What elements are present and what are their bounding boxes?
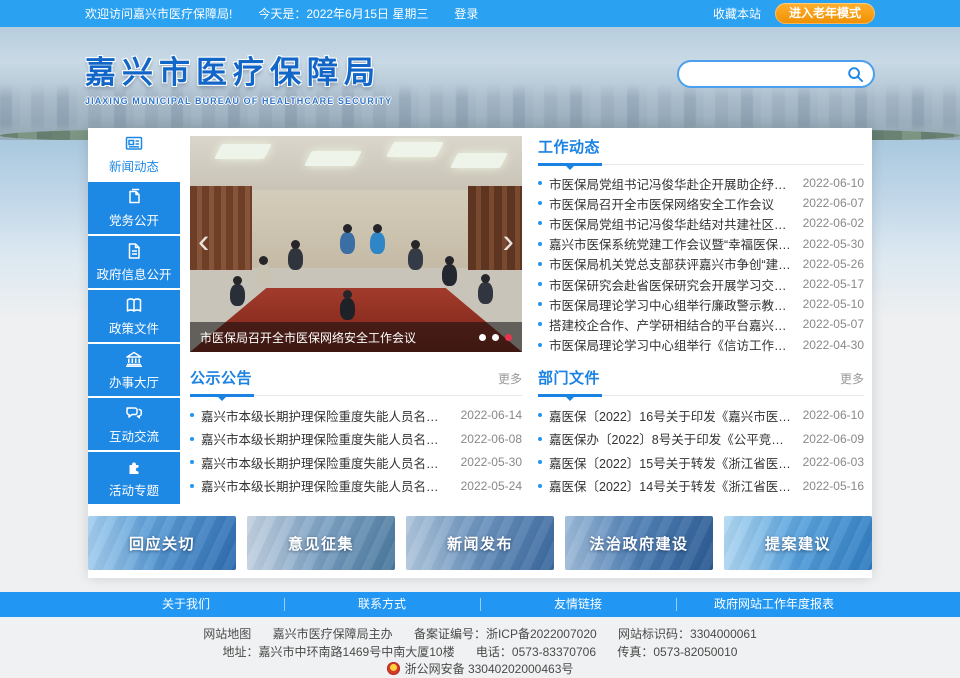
elder-mode-button[interactable]: 进入老年模式 [775, 3, 875, 24]
section-dept-files: 部门文件 更多 嘉医保〔2022〕16号关于印发《嘉兴市医疗保...2022-0… [538, 367, 864, 498]
quicklink-rule-of-law[interactable]: 法治政府建设 [565, 516, 713, 570]
news-item[interactable]: 搭建校企合作、产学研相结合的平台嘉兴市长期护理...2022-05-07 [538, 314, 864, 334]
news-item[interactable]: 市医保局党组书记冯俊华赴企开展助企纾困活动2022-06-10 [538, 173, 864, 193]
favorite-link[interactable]: 收藏本站 [713, 5, 761, 22]
sidebar-item-label: 政府信息公开 [96, 264, 171, 283]
news-item[interactable]: 嘉医保办〔2022〕8号关于印发《公平竞争审查...2022-06-09 [538, 427, 864, 451]
today-date: 今天是：2022年6月15日 星期三 [258, 5, 428, 22]
section-title: 工作动态 [538, 136, 600, 157]
quicklink-opinion-collection[interactable]: 意见征集 [247, 516, 395, 570]
welcome-text: 欢迎访问嘉兴市医疗保障局! [85, 5, 232, 22]
carousel-prev-arrow[interactable]: ‹ [198, 224, 209, 258]
section-title: 公示公告 [190, 367, 252, 388]
search-box[interactable] [677, 60, 875, 88]
section-notices: 公示公告 更多 嘉兴市本级长期护理保险重度失能人员名单公示（2...2022-0… [190, 367, 522, 498]
bank-icon [124, 349, 144, 369]
footer-nav-annual-report[interactable]: 政府网站工作年度报表 [676, 592, 872, 617]
sidebar-item-news[interactable]: 新闻动态 [88, 128, 180, 180]
carousel-image[interactable] [190, 136, 522, 352]
phone-text: 电话：0573-83370706 [476, 645, 596, 659]
sidebar-item-service-hall[interactable]: 办事大厅 [88, 344, 180, 396]
site-code: 网站标识码：3304000061 [618, 627, 757, 641]
carousel-dot[interactable] [492, 334, 499, 341]
section-work-news: 工作动态 市医保局党组书记冯俊华赴企开展助企纾困活动2022-06-10 市医保… [538, 136, 864, 355]
footer-nav: 关于我们 联系方式 友情链接 政府网站工作年度报表 [0, 592, 960, 617]
fax-text: 传真：0573-82050010 [617, 645, 737, 659]
quick-links: 回应关切 意见征集 新闻发布 法治政府建设 提案建议 [88, 506, 872, 570]
sidebar-item-special-topics[interactable]: 活动专题 [88, 452, 180, 504]
book-icon [124, 295, 144, 315]
section-title: 部门文件 [538, 367, 600, 388]
public-security-emblem-icon [387, 662, 400, 675]
carousel-caption[interactable]: 市医保局召开全市医保网络安全工作会议 [200, 329, 471, 346]
sidebar-item-gov-info[interactable]: 政府信息公开 [88, 236, 180, 288]
news-item[interactable]: 嘉医保〔2022〕14号关于转发《浙江省医疗保...2022-05-16 [538, 474, 864, 498]
sitemap-link[interactable]: 网站地图 [203, 627, 251, 641]
site-logo: 嘉兴市医疗保障局 JIAXING MUNICIPAL BUREAU OF HEA… [85, 47, 392, 106]
sidebar-item-party-affairs[interactable]: 党务公开 [88, 182, 180, 234]
footer-nav-friend-links[interactable]: 友情链接 [480, 592, 676, 617]
news-item[interactable]: 市医保局党组书记冯俊华赴结对共建社区指导全国文...2022-06-02 [538, 213, 864, 233]
news-item[interactable]: 嘉医保〔2022〕16号关于印发《嘉兴市医疗保...2022-06-10 [538, 404, 864, 428]
more-link[interactable]: 更多 [840, 370, 864, 387]
site-subtitle: JIAXING MUNICIPAL BUREAU OF HEALTHCARE S… [85, 96, 392, 106]
sidebar: 新闻动态 党务公开 政府信息公开 [88, 128, 180, 506]
sidebar-item-label: 互动交流 [109, 426, 159, 445]
sidebar-item-label: 办事大厅 [109, 372, 159, 391]
address-text: 地址：嘉兴市中环南路1469号中南大厦10楼 [223, 645, 455, 659]
news-item[interactable]: 市医保局召开全市医保网络安全工作会议2022-06-07 [538, 193, 864, 213]
more-link[interactable]: 更多 [498, 370, 522, 387]
topbar: 欢迎访问嘉兴市医疗保障局! 今天是：2022年6月15日 星期三 登录 收藏本站… [0, 0, 960, 27]
security-record-link[interactable]: 浙公网安备 33040202000463号 [405, 662, 574, 676]
news-item[interactable]: 市医保局机关党总支部获评嘉兴市争创“建设清廉机...2022-05-26 [538, 254, 864, 274]
sidebar-item-label: 活动专题 [109, 480, 159, 499]
puzzle-icon [124, 457, 144, 477]
sidebar-item-interaction[interactable]: 互动交流 [88, 398, 180, 450]
footer: 网站地图 嘉兴市医疗保障局主办 备案证编号：浙ICP备2022007020 网站… [0, 617, 960, 678]
footer-nav-about[interactable]: 关于我们 [88, 592, 284, 617]
search-icon[interactable] [847, 66, 864, 83]
news-item[interactable]: 嘉兴市本级长期护理保险重度失能人员名单公示（2...2022-05-24 [190, 474, 522, 498]
news-item[interactable]: 嘉兴市医保系统党建工作会议暨“幸福医保”党建联...2022-05-30 [538, 234, 864, 254]
quicklink-news-release[interactable]: 新闻发布 [406, 516, 554, 570]
login-link[interactable]: 登录 [454, 5, 478, 22]
sidebar-item-label: 新闻动态 [109, 156, 159, 175]
news-carousel: ‹ › 市医保局召开全市医保网络安全工作会议 [190, 136, 522, 352]
document-icon [124, 241, 144, 261]
party-file-icon [124, 187, 144, 207]
organizer-text: 嘉兴市医疗保障局主办 [273, 627, 393, 641]
site-title: 嘉兴市医疗保障局 [85, 47, 392, 92]
carousel-dot-active[interactable] [505, 334, 512, 341]
news-item[interactable]: 嘉兴市本级长期护理保险重度失能人员名单公示（2...2022-06-14 [190, 404, 522, 428]
newspaper-icon [124, 133, 144, 153]
news-item[interactable]: 市医保局理论学习中心组举行廉政警示教育专题学习...2022-05-10 [538, 294, 864, 314]
footer-nav-contact[interactable]: 联系方式 [284, 592, 480, 617]
news-item[interactable]: 市医保局理论学习中心组举行《信访工作条例》专题...2022-04-30 [538, 335, 864, 355]
sidebar-item-label: 党务公开 [109, 210, 159, 229]
sidebar-item-label: 政策文件 [109, 318, 159, 337]
icp-number: 备案证编号：浙ICP备2022007020 [414, 627, 597, 641]
sidebar-item-policy-files[interactable]: 政策文件 [88, 290, 180, 342]
carousel-caption-bar: 市医保局召开全市医保网络安全工作会议 [190, 322, 522, 352]
news-item[interactable]: 嘉兴市本级长期护理保险重度失能人员名单公示（2...2022-05-30 [190, 451, 522, 475]
main-content: 新闻动态 党务公开 政府信息公开 [88, 128, 872, 578]
carousel-dots [479, 334, 512, 341]
quicklink-proposals[interactable]: 提案建议 [724, 516, 872, 570]
news-item[interactable]: 嘉兴市本级长期护理保险重度失能人员名单公示（2...2022-06-08 [190, 427, 522, 451]
carousel-next-arrow[interactable]: › [503, 224, 514, 258]
quicklink-respond-concerns[interactable]: 回应关切 [88, 516, 236, 570]
news-item[interactable]: 嘉医保〔2022〕15号关于转发《浙江省医疗保...2022-06-03 [538, 451, 864, 475]
carousel-dot[interactable] [479, 334, 486, 341]
search-input[interactable] [691, 67, 847, 81]
news-item[interactable]: 市医保研究会赴省医保研究会开展学习交流活动2022-05-17 [538, 274, 864, 294]
chat-icon [124, 403, 144, 423]
